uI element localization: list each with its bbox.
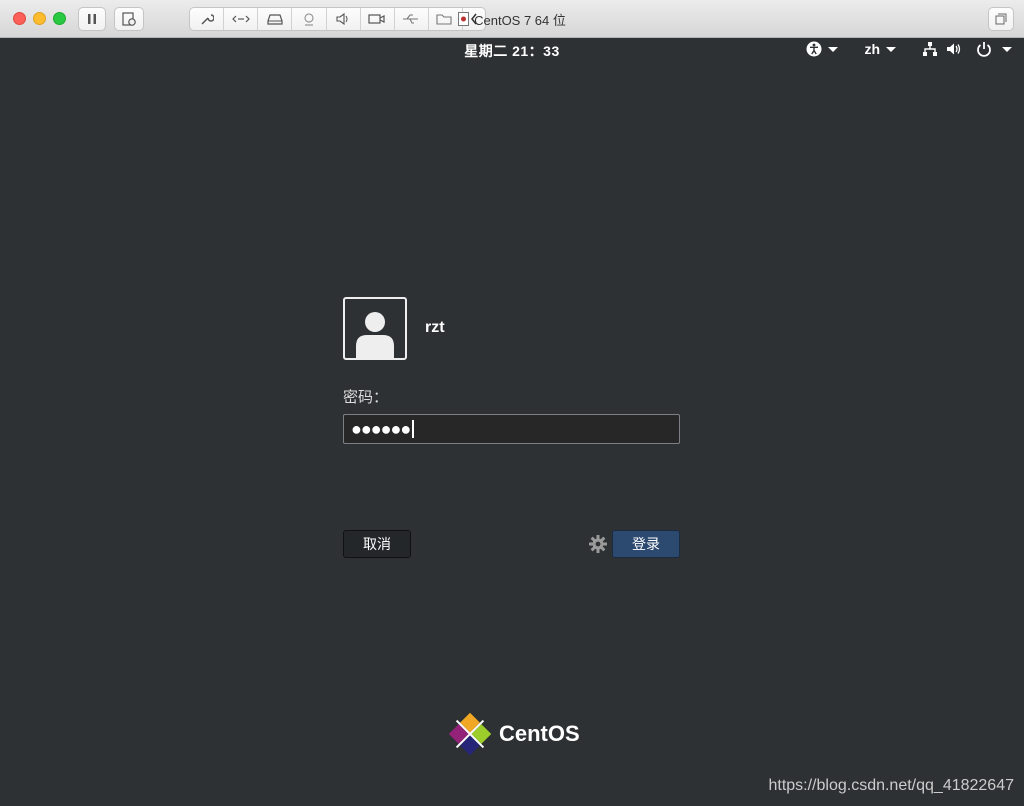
avatar [343,297,407,360]
fullscreen-icon [995,13,1007,25]
power-icon [977,42,991,57]
volume-icon [947,43,961,55]
username-label: rzt [425,319,445,336]
settings-button[interactable] [190,8,225,30]
text-cursor [412,420,415,438]
centos-logo: CentOS [447,711,580,757]
close-window-button[interactable] [13,12,26,25]
fullscreen-button[interactable] [988,7,1014,31]
camera-icon [304,13,314,26]
password-field[interactable]: ●●●●●● [343,414,680,444]
video-button[interactable] [361,8,395,30]
gnome-top-bar: 星期二 21：33 zh [0,38,1024,64]
window-title: CentOS 7 64 位 [0,0,1024,38]
shared-folder-button[interactable] [429,8,463,30]
minimize-window-button[interactable] [33,12,46,25]
centos-logo-icon [448,712,492,756]
watermark: https://blog.csdn.net/qq_41822647 [768,777,1014,794]
shared-folder-icon [436,14,452,25]
collapse-chevron-icon [471,13,477,25]
user-avatar-icon [356,312,394,358]
cancel-button[interactable]: 取消 [343,530,411,558]
window-title-text: CentOS 7 64 位 [474,12,566,28]
chevron-down-icon [886,46,896,52]
centos-wordmark: CentOS [499,721,580,746]
accessibility-icon [806,41,822,57]
chevron-down-icon [828,46,839,52]
vm-device-toolbar [189,7,486,31]
sound-icon [336,12,348,26]
password-mask: ●●●●●● [351,418,411,439]
wrench-icon [201,14,214,25]
snapshot-button[interactable] [114,7,144,31]
network-icon [231,15,250,23]
system-menu[interactable] [922,41,1012,57]
pause-vm-button[interactable] [78,7,106,31]
network-wired-icon [923,42,937,56]
pause-icon [88,14,96,24]
maximize-window-button[interactable] [53,12,66,25]
password-label: 密码： [343,389,389,406]
accessibility-menu[interactable] [806,41,839,57]
language-label: zh [864,41,880,57]
network-button[interactable] [224,8,259,30]
video-icon [368,14,385,24]
camera-button[interactable] [292,8,327,30]
chevron-down-icon [1002,46,1012,52]
collapse-toolbar-button[interactable] [463,8,485,30]
status-area: zh [780,41,1012,57]
session-settings-gear-icon[interactable] [588,534,608,554]
usb-button[interactable] [395,8,429,30]
language-menu[interactable]: zh [864,41,896,57]
login-button[interactable]: 登录 [612,530,680,558]
vm-window-titlebar: CentOS 7 64 位 [0,0,1024,38]
disk-icon [267,14,283,25]
usb-icon [403,14,419,24]
sound-button[interactable] [327,8,361,30]
snapshot-icon [122,12,136,26]
disk-button[interactable] [258,8,293,30]
